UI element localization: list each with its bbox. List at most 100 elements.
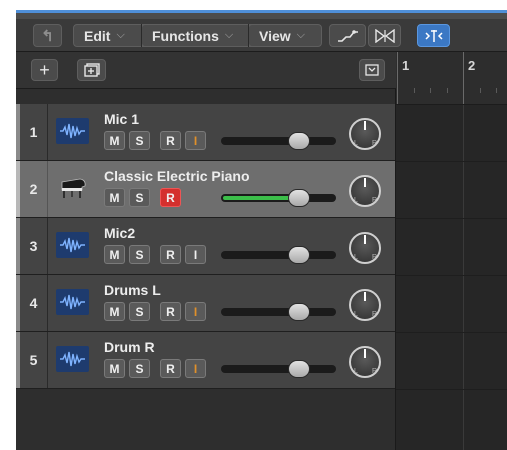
pan-right-label: R <box>372 311 378 318</box>
track-buttons: M S R I <box>104 302 206 321</box>
collapse-button[interactable] <box>359 59 385 81</box>
ruler-bar-line <box>463 52 464 104</box>
track-name[interactable]: Mic 1 <box>104 111 139 127</box>
volume-fader[interactable] <box>221 251 336 259</box>
input-monitor-button[interactable]: I <box>185 245 206 264</box>
volume-fader-handle[interactable] <box>288 360 310 378</box>
input-monitor-label: I <box>193 361 198 376</box>
back-button[interactable]: ↰ <box>33 24 62 47</box>
solo-button[interactable]: S <box>129 359 150 378</box>
toolbar: ↰ Edit ⌵ Functions ⌵ View ⌵ <box>16 19 507 52</box>
track-list: 1 Mic 1 M S R I L R 2 Classic Electric P… <box>16 89 396 450</box>
ruler-tick <box>480 88 481 93</box>
volume-fader-handle[interactable] <box>288 246 310 264</box>
ruler-tick <box>430 88 431 93</box>
input-monitor-label: I <box>193 304 198 319</box>
automation-button[interactable] <box>329 24 366 47</box>
chevron-down-icon: ⌵ <box>296 29 305 41</box>
chevron-down-icon: ⌵ <box>116 29 125 41</box>
bar-grid-line <box>463 105 464 450</box>
record-enable-button[interactable]: R <box>160 131 181 150</box>
track-header[interactable]: 5 Drum R M S R I L R <box>16 332 395 389</box>
plus-icon: + <box>39 59 50 80</box>
record-enable-button[interactable]: R <box>160 188 181 207</box>
track-number: 2 <box>20 161 48 217</box>
ruler-tick <box>414 88 415 93</box>
tracks-area[interactable] <box>396 105 507 450</box>
mute-button[interactable]: M <box>104 359 125 378</box>
volume-fader[interactable] <box>221 308 336 316</box>
track-name[interactable]: Drum R <box>104 339 155 355</box>
track-buttons: M S R I <box>104 245 206 264</box>
input-monitor-label: I <box>193 133 198 148</box>
track-number: 4 <box>20 275 48 331</box>
pan-indicator <box>364 178 366 187</box>
pan-left-label: L <box>354 197 358 204</box>
ruler-tick <box>447 88 448 93</box>
volume-fader-handle[interactable] <box>288 189 310 207</box>
track-buttons: M S R I <box>104 131 206 150</box>
record-enable-button[interactable]: R <box>160 302 181 321</box>
track-buttons: M S R <box>104 188 181 207</box>
flex-button[interactable] <box>368 24 401 47</box>
duplicate-track-button[interactable] <box>77 59 106 81</box>
volume-fader[interactable] <box>221 194 336 202</box>
solo-button[interactable]: S <box>129 245 150 264</box>
track-name[interactable]: Mic2 <box>104 225 135 241</box>
chevron-down-icon: ⌵ <box>224 29 234 41</box>
track-name[interactable]: Drums L <box>104 282 161 298</box>
pan-indicator <box>364 349 366 358</box>
volume-fader[interactable] <box>221 137 336 145</box>
ruler-bar-1: 1 <box>402 58 410 73</box>
flex-time-icon <box>374 28 395 43</box>
input-monitor-button[interactable]: I <box>185 302 206 321</box>
record-enable-button[interactable]: R <box>160 245 181 264</box>
audio-waveform-icon <box>56 232 89 258</box>
pan-right-label: R <box>372 254 378 261</box>
track-lane-divider <box>396 389 507 390</box>
track-number: 3 <box>20 218 48 274</box>
track-header[interactable]: 4 Drums L M S R I L R <box>16 275 395 332</box>
volume-fader-handle[interactable] <box>288 132 310 150</box>
track-header[interactable]: 2 Classic Electric Piano M S R L R <box>16 161 395 218</box>
input-monitor-button[interactable]: I <box>185 131 206 150</box>
mute-button[interactable]: M <box>104 131 125 150</box>
pan-indicator <box>364 292 366 301</box>
collapse-icon <box>365 64 379 76</box>
mute-button[interactable]: M <box>104 302 125 321</box>
input-monitor-button[interactable]: I <box>185 359 206 378</box>
edit-menu-button[interactable]: Edit ⌵ <box>73 24 150 47</box>
pan-left-label: L <box>354 311 358 318</box>
pan-left-label: L <box>354 140 358 147</box>
track-header[interactable]: 3 Mic2 M S R I L R <box>16 218 395 275</box>
track-lane-divider <box>396 161 507 162</box>
track-number: 1 <box>20 104 48 160</box>
solo-button[interactable]: S <box>129 302 150 321</box>
track-header[interactable]: 1 Mic 1 M S R I L R <box>16 104 395 161</box>
track-number: 5 <box>20 332 48 388</box>
record-enable-button[interactable]: R <box>160 359 181 378</box>
functions-menu-button[interactable]: Functions ⌵ <box>141 24 259 47</box>
volume-fader[interactable] <box>221 365 336 373</box>
audio-waveform-icon <box>56 118 89 144</box>
track-name[interactable]: Classic Electric Piano <box>104 168 250 184</box>
pan-left-label: L <box>354 368 358 375</box>
logic-window: ↰ Edit ⌵ Functions ⌵ View ⌵ + 1 2 1 Mic … <box>16 10 507 450</box>
mute-button[interactable]: M <box>104 188 125 207</box>
solo-button[interactable]: S <box>129 131 150 150</box>
volume-fader-handle[interactable] <box>288 303 310 321</box>
grand-piano-icon <box>56 175 89 201</box>
add-track-button[interactable]: + <box>31 59 58 81</box>
view-menu-button[interactable]: View ⌵ <box>248 24 322 47</box>
back-arrow-icon: ↰ <box>41 27 54 45</box>
mute-button[interactable]: M <box>104 245 125 264</box>
track-lane-divider <box>396 332 507 333</box>
track-lane-divider <box>396 275 507 276</box>
catch-playhead-button[interactable] <box>417 24 450 47</box>
solo-button[interactable]: S <box>129 188 150 207</box>
audio-waveform-icon <box>56 346 89 372</box>
track-buttons: M S R I <box>104 359 206 378</box>
pan-right-label: R <box>372 368 378 375</box>
pan-right-label: R <box>372 197 378 204</box>
bar-ruler[interactable]: 1 2 <box>396 52 507 105</box>
